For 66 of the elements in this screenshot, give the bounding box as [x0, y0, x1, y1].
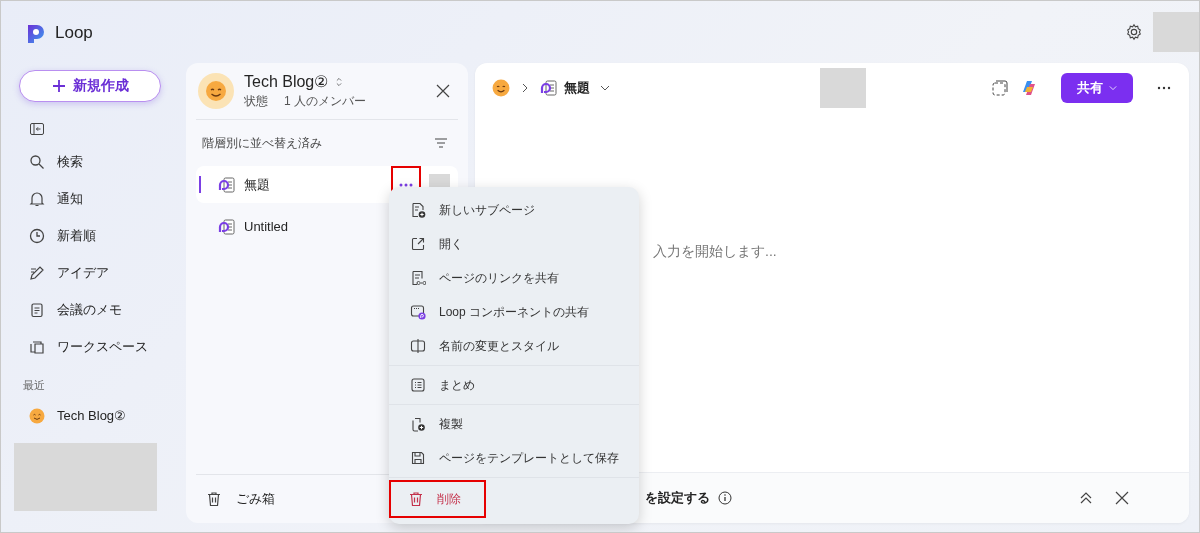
sort-label: 階層別に並べ替え済み: [202, 134, 322, 152]
loop-page-icon: [218, 175, 236, 194]
nav-item[interactable]: 新着順: [14, 217, 186, 254]
double-chevron-up-icon[interactable]: [1079, 491, 1093, 505]
clock-icon: [29, 227, 45, 244]
save-icon: [410, 450, 426, 466]
banner-text: を設定する: [645, 489, 710, 507]
list-icon: [410, 377, 426, 393]
workspace-avatar-icon: [198, 73, 234, 109]
open-external-icon: [410, 236, 426, 252]
close-icon[interactable]: [436, 84, 450, 98]
section-heading: 最近: [22, 378, 46, 393]
menu-item[interactable]: Loop コンポーネントの共有: [389, 295, 639, 329]
notes-icon: [29, 301, 45, 318]
pencil-icon: [29, 264, 45, 281]
app-name: Loop: [55, 23, 93, 43]
redaction-block: [820, 68, 866, 108]
dashed-square-icon[interactable]: [991, 79, 1009, 97]
chevron-down-icon[interactable]: [600, 83, 610, 93]
bell-icon: [29, 190, 45, 207]
trash-link[interactable]: ごみ箱: [236, 490, 275, 508]
chevron-right-icon: [520, 83, 530, 93]
info-icon[interactable]: [718, 491, 732, 505]
loop-component-icon: [410, 304, 426, 320]
page-link-icon: [410, 270, 426, 286]
menu-item[interactable]: 名前の変更とスタイル: [389, 329, 639, 363]
split-panel-icon: [410, 338, 426, 354]
workspace-name[interactable]: Tech Blog②: [244, 72, 329, 91]
nav-item[interactable]: 通知: [14, 180, 186, 217]
loop-page-icon: [540, 79, 558, 97]
loop-logo-icon: [25, 22, 47, 44]
nav-item[interactable]: ワークスペース: [14, 328, 186, 365]
smiley-icon[interactable]: [492, 79, 510, 97]
new-button[interactable]: 新規作成: [19, 70, 161, 102]
body-placeholder[interactable]: 入力を開始します...: [653, 243, 777, 261]
duplicate-icon: [410, 416, 426, 432]
page-title: 無題: [244, 175, 271, 194]
more-icon: [399, 182, 413, 187]
nav-item[interactable]: 検索: [14, 143, 186, 180]
breadcrumb-page[interactable]: 無題: [564, 79, 590, 97]
plus-icon: [51, 79, 66, 93]
menu-item[interactable]: 削除: [389, 480, 486, 518]
share-button[interactable]: 共有: [1061, 73, 1133, 103]
stacked-cards-icon: [29, 338, 45, 355]
menu-item[interactable]: ページをテンプレートとして保存: [389, 441, 639, 475]
recent-item[interactable]: Tech Blog②: [14, 397, 186, 434]
trash-icon[interactable]: [206, 491, 222, 507]
chevron-down-icon: [1109, 84, 1117, 92]
settings-icon[interactable]: [1125, 23, 1143, 41]
member-count: 1 人のメンバー: [284, 93, 366, 110]
loop-page-icon: [218, 217, 236, 236]
menu-item[interactable]: まとめ: [389, 368, 639, 402]
nav-item[interactable]: アイデア: [14, 254, 186, 291]
search-icon: [29, 153, 45, 170]
collapse-panel-icon[interactable]: [29, 121, 45, 137]
menu-item[interactable]: ページのリンクを共有: [389, 261, 639, 295]
menu-item[interactable]: 開く: [389, 227, 639, 261]
page-title: Untitled: [244, 219, 290, 234]
redaction-block: [1153, 12, 1199, 52]
workspace-status: 状態: [244, 93, 268, 110]
menu-item[interactable]: 複製: [389, 407, 639, 441]
nav-item[interactable]: 会議のメモ: [14, 291, 186, 328]
close-icon[interactable]: [1115, 491, 1129, 505]
trash-icon: [408, 491, 424, 507]
smiley-icon: [29, 407, 45, 424]
page-plus-icon: [410, 202, 426, 218]
